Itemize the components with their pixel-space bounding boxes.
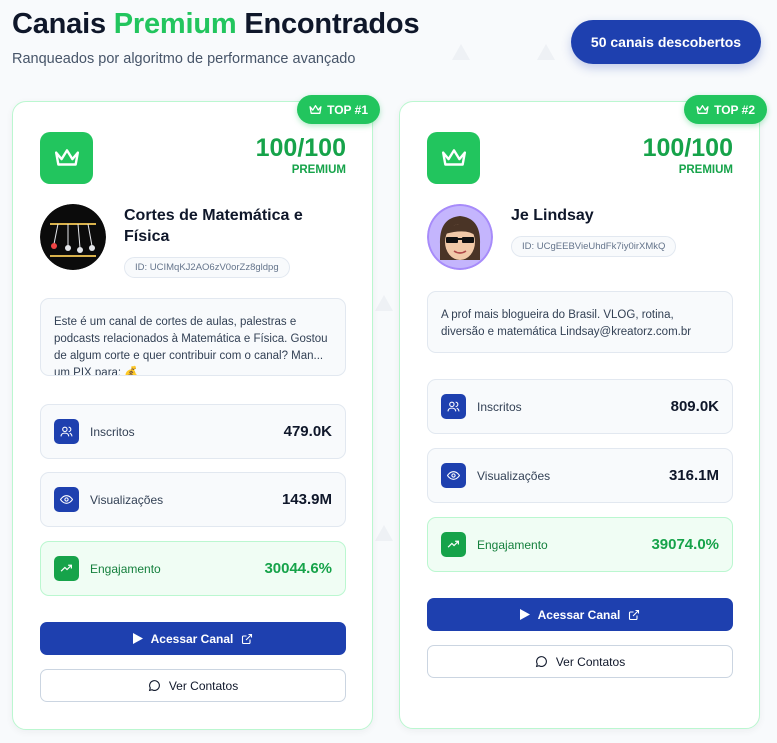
channel-id: ID: UCgEEBVieUhdFk7iy0irXMkQ	[511, 236, 677, 257]
eye-icon	[441, 463, 466, 488]
external-link-icon	[628, 609, 640, 621]
external-link-icon	[241, 633, 253, 645]
channel-name: Je Lindsay	[511, 207, 594, 224]
avatar	[427, 204, 493, 270]
eye-icon	[54, 487, 79, 512]
crown-icon	[309, 104, 322, 115]
trending-up-icon	[441, 532, 466, 557]
stat-views: Visualizações 316.1M	[427, 448, 733, 503]
channel-description: Este é um canal de cortes de aulas, pale…	[40, 298, 346, 376]
score-label: PREMIUM	[291, 164, 346, 176]
view-contacts-button[interactable]: Ver Contatos	[427, 645, 733, 678]
users-icon	[54, 419, 79, 444]
stat-engagement: Engajamento 39074.0%	[427, 517, 733, 572]
channel-description: A prof mais blogueira do Brasil. VLOG, r…	[427, 291, 733, 353]
users-icon	[441, 394, 466, 419]
crown-icon	[427, 132, 480, 184]
channel-id: ID: UCIMqKJ2AO6zV0orZz8gldpg	[124, 257, 290, 278]
crown-icon	[696, 104, 709, 115]
score-value: 100/100	[642, 134, 733, 162]
page-header: Canais Premium Encontrados Ranqueados po…	[12, 8, 420, 67]
rank-badge: TOP #2	[684, 95, 767, 124]
score: 100/100 PREMIUM	[255, 134, 346, 177]
channel-card: TOP #1 100/100 PREMIUM Cortes de Matemát…	[12, 95, 380, 730]
channel-card: TOP #2 100/100 PREMIUM Je Lindsay ID: UC…	[399, 95, 767, 729]
page-subtitle: Ranqueados por algoritmo de performance …	[12, 51, 356, 67]
channel-name: Cortes de Matemática e Física	[124, 207, 303, 245]
bg-decoration	[375, 295, 393, 311]
score-value: 100/100	[255, 134, 346, 162]
play-icon	[519, 609, 530, 620]
access-channel-button[interactable]: Acessar Canal	[40, 622, 346, 655]
bg-decoration	[537, 44, 555, 60]
bg-decoration	[375, 525, 393, 541]
access-channel-button[interactable]: Acessar Canal	[427, 598, 733, 631]
chat-icon	[148, 679, 161, 692]
crown-icon	[40, 132, 93, 184]
stat-subscribers: Inscritos 479.0K	[40, 404, 346, 459]
stat-views: Visualizações 143.9M	[40, 472, 346, 527]
avatar	[40, 204, 106, 270]
score-label: PREMIUM	[678, 164, 733, 176]
view-contacts-button[interactable]: Ver Contatos	[40, 669, 346, 702]
play-icon	[132, 633, 143, 644]
trending-up-icon	[54, 556, 79, 581]
page-title: Canais Premium Encontrados	[12, 8, 420, 40]
rank-badge: TOP #1	[297, 95, 380, 124]
stat-subscribers: Inscritos 809.0K	[427, 379, 733, 434]
bg-decoration	[452, 44, 470, 60]
score: 100/100 PREMIUM	[642, 134, 733, 177]
chat-icon	[535, 655, 548, 668]
stat-engagement: Engajamento 30044.6%	[40, 541, 346, 596]
channel-count-badge: 50 canais descobertos	[571, 20, 761, 64]
